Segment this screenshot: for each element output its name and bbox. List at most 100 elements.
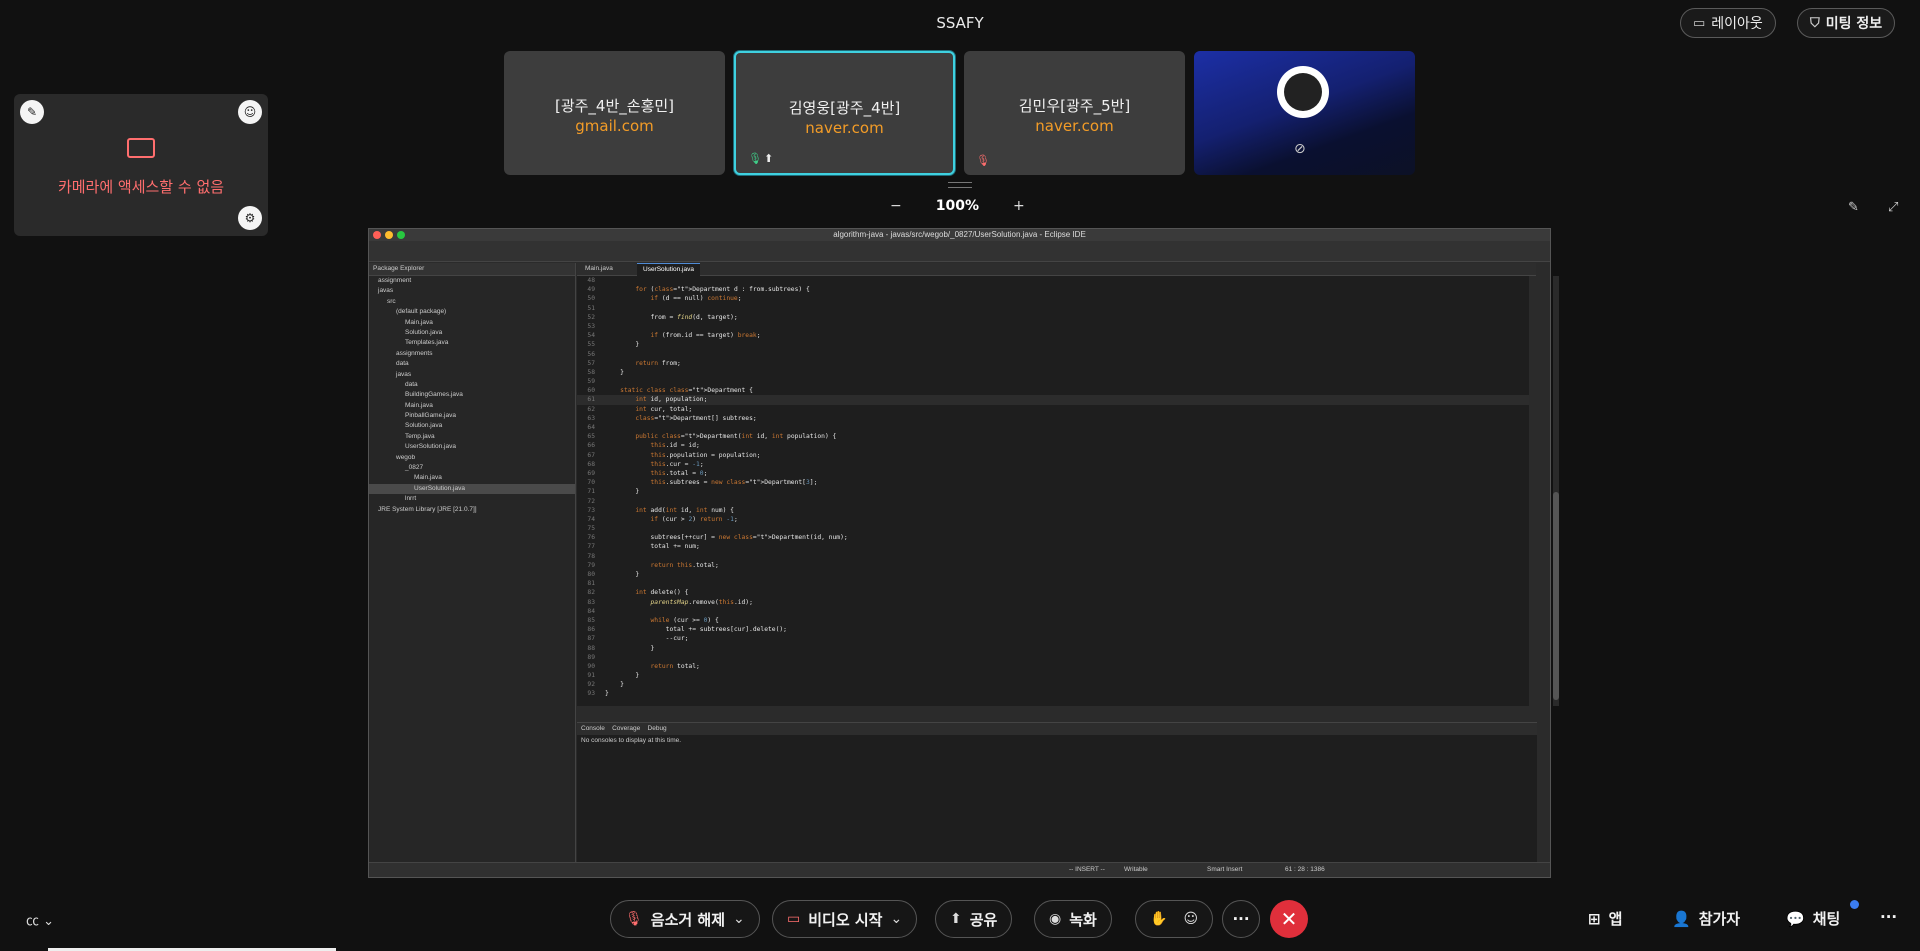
code-line[interactable]: 67 this.population = population;	[577, 451, 1529, 460]
code-line[interactable]: 72	[577, 497, 1529, 506]
record-button[interactable]: ◉ 녹화	[1034, 900, 1112, 938]
minimize-dot[interactable]	[385, 231, 393, 239]
tree-item[interactable]: UserSolution.java	[369, 442, 575, 452]
code-line[interactable]: 75	[577, 524, 1529, 533]
chat-button[interactable]: 💬 채팅	[1786, 908, 1840, 929]
tab-coverage[interactable]: Coverage	[612, 725, 640, 732]
tree-item[interactable]: Solution.java	[369, 328, 575, 338]
code-line[interactable]: 50 if (d == null) continue;	[577, 294, 1529, 303]
code-line[interactable]: 59	[577, 377, 1529, 386]
code-line[interactable]: 64	[577, 423, 1529, 432]
tree-item[interactable]: data	[369, 359, 575, 369]
tree-item[interactable]: Main.java	[369, 318, 575, 328]
tree-item[interactable]: assignments	[369, 349, 575, 359]
code-line[interactable]: 77 total += num;	[577, 542, 1529, 551]
code-line[interactable]: 70 this.subtrees = new class="t">Departm…	[577, 478, 1529, 487]
chevron-down-icon[interactable]: ⌄	[890, 911, 902, 927]
tree-item[interactable]: javas	[369, 370, 575, 380]
code-line[interactable]: 90 return total;	[577, 662, 1529, 671]
code-line[interactable]: 84	[577, 607, 1529, 616]
code-line[interactable]: 87 --cur;	[577, 634, 1529, 643]
code-line[interactable]: 62 int cur, total;	[577, 405, 1529, 414]
unmute-button[interactable]: 🎙 음소거 해제 ⌄	[610, 900, 760, 938]
tree-item[interactable]: Templates.java	[369, 338, 575, 348]
code-line[interactable]: 74 if (cur > 2) return -1;	[577, 515, 1529, 524]
participant-tile-active[interactable]: 김영웅[광주_4반] naver.com 🎙 ⬆	[734, 51, 955, 175]
code-editor[interactable]: 48 49 for (class="t">Department d : from.…	[577, 276, 1529, 706]
tab-console[interactable]: Console	[581, 725, 605, 732]
tree-item[interactable]: lnrrt	[369, 494, 575, 504]
code-line[interactable]: 65 public class="t">Department(int id, i…	[577, 432, 1529, 441]
gear-icon[interactable]: ⚙	[238, 206, 262, 230]
apps-button[interactable]: ⊞ 앱	[1588, 908, 1622, 929]
code-line[interactable]: 58 }	[577, 368, 1529, 377]
code-line[interactable]: 93}	[577, 689, 1529, 698]
pin-icon[interactable]: ✎	[20, 100, 44, 124]
emoji-icon[interactable]: ☺	[1183, 911, 1198, 927]
reactions-group[interactable]: ✋ ☺	[1135, 900, 1214, 938]
tree-item[interactable]: Main.java	[369, 401, 575, 411]
tree-item[interactable]: src	[369, 297, 575, 307]
code-line[interactable]: 73 int add(int id, int num) {	[577, 506, 1529, 515]
code-line[interactable]: 86 total += subtrees[cur].delete();	[577, 625, 1529, 634]
participant-tile-obs[interactable]: ⊘	[1194, 51, 1415, 175]
tree-item[interactable]: Main.java	[369, 473, 575, 483]
tree-item[interactable]: PinballGame.java	[369, 411, 575, 421]
code-line[interactable]: 85 while (cur >= 0) {	[577, 616, 1529, 625]
participant-tile[interactable]: [광주_4반_손홍민] gmail.com	[504, 51, 725, 175]
code-line[interactable]: 89	[577, 653, 1529, 662]
zoom-out-button[interactable]: −	[890, 198, 902, 214]
overflow-menu-icon[interactable]: ···	[1880, 908, 1897, 926]
more-button[interactable]: ···	[1222, 900, 1260, 938]
code-line[interactable]: 69 this.total = 0;	[577, 469, 1529, 478]
tree-item[interactable]: JRE System Library [JRE [21.0.7]]	[369, 505, 575, 515]
captions-button[interactable]: ㏄ ⌄	[26, 910, 54, 929]
code-line[interactable]: 48	[577, 276, 1529, 285]
code-line[interactable]: 68 this.cur = -1;	[577, 460, 1529, 469]
zoom-in-button[interactable]: +	[1013, 198, 1025, 214]
raise-hand-icon[interactable]: ✋	[1150, 911, 1167, 927]
tree-item[interactable]: UserSolution.java	[369, 483, 575, 495]
maximize-dot[interactable]	[397, 231, 405, 239]
close-dot[interactable]	[373, 231, 381, 239]
resize-handle[interactable]	[948, 182, 972, 188]
code-line[interactable]: 79 return this.total;	[577, 561, 1529, 570]
annotate-icon[interactable]: ✎	[1848, 200, 1859, 215]
participants-button[interactable]: 👤 참가자	[1672, 908, 1740, 929]
code-line[interactable]: 80 }	[577, 570, 1529, 579]
tree-item[interactable]: javas	[369, 286, 575, 296]
start-video-button[interactable]: ▭ 비디오 시작 ⌄	[772, 900, 918, 938]
chevron-down-icon[interactable]: ⌄	[733, 911, 745, 927]
code-line[interactable]: 83 parentsMap.remove(this.id);	[577, 598, 1529, 607]
code-line[interactable]: 56	[577, 350, 1529, 359]
code-line[interactable]: 51	[577, 304, 1529, 313]
code-line[interactable]: 82 int delete() {	[577, 588, 1529, 597]
code-line[interactable]: 91 }	[577, 671, 1529, 680]
share-button[interactable]: ⬆ 공유	[935, 900, 1013, 938]
code-line[interactable]: 60 static class class="t">Department {	[577, 386, 1529, 395]
tree-item[interactable]: data	[369, 380, 575, 390]
tree-item[interactable]: Solution.java	[369, 421, 575, 431]
code-line[interactable]: 49 for (class="t">Department d : from.su…	[577, 285, 1529, 294]
code-line[interactable]: 63 class="t">Department[] subtrees;	[577, 414, 1529, 423]
tree-item[interactable]: BuildingGames.java	[369, 390, 575, 400]
code-line[interactable]: 78	[577, 552, 1529, 561]
code-line[interactable]: 76 subtrees[++cur] = new class="t">Depar…	[577, 533, 1529, 542]
editor-scrollbar[interactable]	[1553, 276, 1559, 706]
tree-item[interactable]: assignment	[369, 276, 575, 286]
layout-button[interactable]: ▭ 레이아웃	[1680, 8, 1776, 38]
tree-item[interactable]: _0827	[369, 463, 575, 473]
participant-tile[interactable]: 김민우[광주_5반] naver.com 🎙	[964, 51, 1185, 175]
tree-item[interactable]: wegob	[369, 453, 575, 463]
tree-item[interactable]: Temp.java	[369, 432, 575, 442]
code-line[interactable]: 53	[577, 322, 1529, 331]
fullscreen-icon[interactable]: ⤢	[1888, 200, 1898, 215]
tab-usersolution-java[interactable]: UserSolution.java	[637, 263, 700, 276]
leave-button[interactable]: ✕	[1270, 900, 1308, 938]
code-line[interactable]: 92 }	[577, 680, 1529, 689]
code-line[interactable]: 52 from = find(d, target);	[577, 313, 1529, 322]
code-line[interactable]: 88 }	[577, 644, 1529, 653]
code-line[interactable]: 61 int id, population;	[577, 395, 1529, 405]
code-line[interactable]: 66 this.id = id;	[577, 441, 1529, 450]
meeting-info-button[interactable]: ⛉ 미팅 정보	[1797, 8, 1896, 38]
